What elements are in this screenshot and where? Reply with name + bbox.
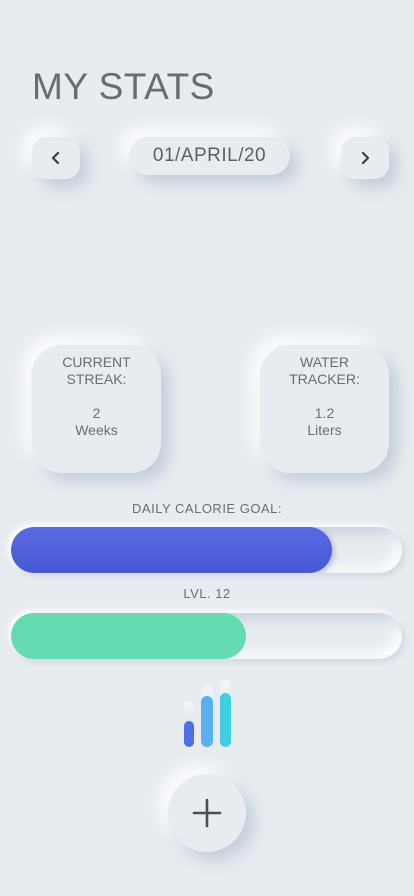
water-tracker-label: WATER TRACKER:: [289, 354, 360, 387]
level-label: LVL. 12: [183, 586, 231, 601]
water-tracker-card[interactable]: WATER TRACKER: 1.2 Liters: [260, 345, 389, 473]
current-streak-card[interactable]: CURRENT STREAK: 2 Weeks: [32, 345, 161, 473]
current-streak-value: 2: [92, 405, 101, 421]
plus-icon: [192, 798, 222, 828]
bar-chart-icon[interactable]: [183, 679, 233, 749]
calorie-goal-label: DAILY CALORIE GOAL:: [132, 501, 282, 516]
chevron-right-icon: [361, 151, 370, 165]
add-button[interactable]: [168, 774, 246, 852]
level-progress-bar: [11, 613, 402, 659]
current-streak-label: CURRENT STREAK:: [62, 354, 131, 387]
chevron-left-icon: [51, 151, 60, 165]
page-title: MY STATS: [32, 66, 215, 107]
water-tracker-value: 1.2: [314, 405, 335, 421]
water-tracker-unit: Liters: [307, 422, 342, 438]
calorie-goal-progress-bar: [11, 527, 402, 573]
current-streak-unit: Weeks: [75, 422, 118, 438]
level-progress-fill: [11, 613, 246, 659]
previous-date-button[interactable]: [32, 137, 80, 179]
calorie-goal-progress-fill: [11, 527, 332, 573]
next-date-button[interactable]: [341, 137, 389, 179]
current-date: 01/APRIL/20: [129, 137, 290, 175]
